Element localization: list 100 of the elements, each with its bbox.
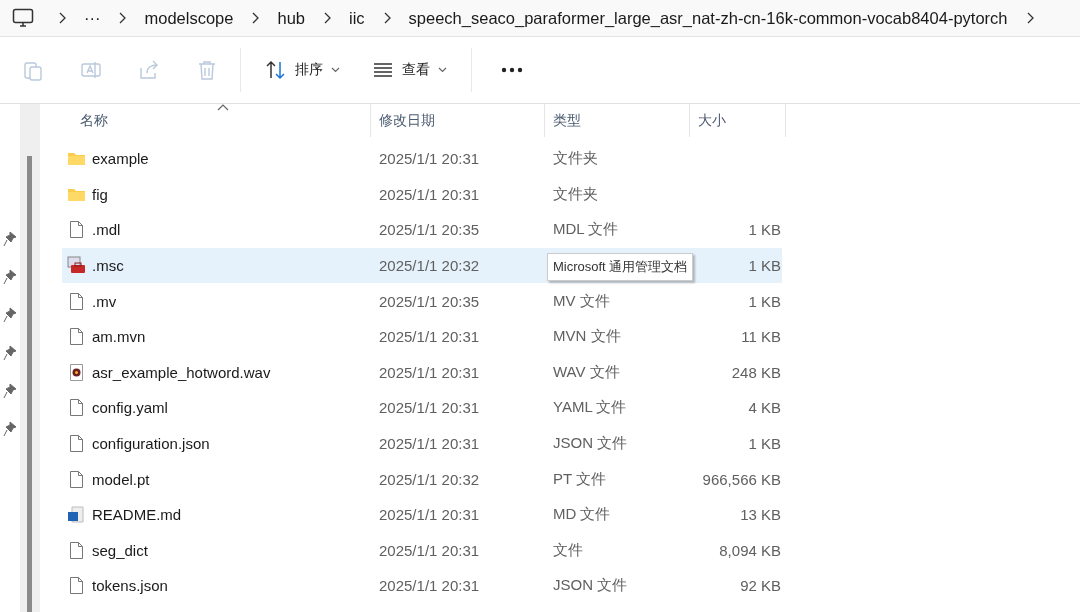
modified-date: 2025/1/1 20:32	[378, 470, 481, 488]
modified-date: 2025/1/1 20:31	[378, 541, 481, 559]
computer-icon[interactable]	[12, 8, 34, 28]
file-row[interactable]: tokens.json 2025/1/1 20:31 JSON 文件 92 KB	[62, 568, 782, 604]
file-size: 4 KB	[747, 399, 781, 417]
file-name: tokens.json	[92, 577, 168, 595]
file-icon	[67, 540, 86, 560]
pin-icon[interactable]	[3, 345, 17, 361]
file-size: 1 KB	[747, 221, 781, 239]
tooltip: Microsoft 通用管理文档	[547, 252, 694, 281]
file-size: 1 KB	[747, 435, 781, 453]
file-row[interactable]: .mdl 2025/1/1 20:35 MDL 文件 1 KB	[62, 212, 782, 248]
column-header[interactable]: 大小	[690, 104, 786, 137]
breadcrumb-overflow-button[interactable]: ···	[74, 8, 111, 28]
view-button[interactable]: 查看	[360, 50, 459, 90]
file-size: 966,566 KB	[701, 470, 781, 488]
file-name: configuration.json	[92, 435, 210, 453]
modified-date: 2025/1/1 20:35	[378, 292, 481, 310]
file-name: .mdl	[92, 221, 121, 239]
file-size: 248 KB	[730, 363, 781, 381]
breadcrumb-item[interactable]: modelscope	[134, 8, 244, 28]
pin-icon[interactable]	[3, 383, 17, 399]
more-icon	[501, 67, 523, 73]
file-size: 13 KB	[739, 506, 781, 524]
breadcrumb-item[interactable]: hub	[267, 8, 315, 28]
modified-date: 2025/1/1 20:35	[378, 221, 481, 239]
column-header[interactable]: 修改日期	[371, 104, 545, 137]
file-type: 文件	[552, 540, 584, 560]
file-row[interactable]: configuration.json 2025/1/1 20:31 JSON 文件 1 KB	[62, 425, 782, 462]
file-size: 1 KB	[747, 292, 781, 310]
column-header[interactable]: 类型	[545, 104, 690, 137]
file-row[interactable]: config.yaml 2025/1/1 20:31 YAML 文件 4 KB	[62, 390, 782, 426]
pin-icon[interactable]	[3, 231, 17, 247]
sort-icon	[265, 60, 287, 80]
file-name: README.md	[92, 506, 182, 524]
pin-icon[interactable]	[3, 307, 17, 323]
file-size: 11 KB	[740, 328, 781, 346]
file-type: MVN 文件	[552, 327, 622, 347]
file-type: MDL 文件	[552, 220, 620, 240]
modified-date: 2025/1/1 20:31	[378, 328, 481, 346]
file-type: 文件夹	[552, 149, 599, 169]
file-type: YAML 文件	[552, 398, 628, 418]
share-icon	[138, 59, 160, 81]
file-row[interactable]: fig 2025/1/1 20:31 文件夹	[62, 176, 782, 213]
file-name: seg_dict	[92, 541, 148, 559]
file-size: 8,094 KB	[718, 541, 781, 559]
file-name: am.mvn	[92, 328, 146, 346]
file-icon	[67, 327, 86, 347]
rename-icon	[80, 59, 102, 81]
file-name: .msc	[92, 257, 124, 275]
audio-file-icon	[67, 362, 86, 382]
sort-button[interactable]: 排序	[253, 50, 352, 90]
caret-icon	[438, 67, 447, 73]
file-icon	[67, 434, 86, 454]
document-icon	[67, 505, 86, 525]
file-size: 92 KB	[739, 577, 781, 595]
file-row[interactable]: example 2025/1/1 20:31 文件夹	[62, 141, 782, 177]
file-name: model.pt	[92, 470, 150, 488]
modified-date: 2025/1/1 20:31	[378, 185, 481, 203]
scrollbar-thumb[interactable]	[27, 156, 32, 612]
file-type: 文件夹	[552, 184, 599, 204]
toolbox-icon	[67, 256, 86, 276]
sort-ascending-icon	[217, 104, 229, 111]
breadcrumb-item[interactable]: iic	[339, 8, 375, 28]
modified-date: 2025/1/1 20:31	[378, 506, 481, 524]
file-type: JSON 文件	[552, 434, 629, 454]
pin-icon[interactable]	[3, 269, 17, 285]
modified-date: 2025/1/1 20:31	[378, 399, 481, 417]
file-icon	[67, 576, 86, 596]
file-name: fig	[92, 185, 108, 203]
modified-date: 2025/1/1 20:31	[378, 435, 481, 453]
file-row[interactable]: am.mvn 2025/1/1 20:31 MVN 文件 11 KB	[62, 318, 782, 355]
file-row[interactable]: .msc 2025/1/1 20:32 Microsoft 通用管理文档 1 KB	[62, 247, 782, 284]
copy-icon	[22, 59, 44, 81]
file-name: config.yaml	[92, 399, 168, 417]
modified-date: 2025/1/1 20:31	[378, 363, 481, 381]
delete-icon	[196, 59, 218, 81]
file-type: WAV 文件	[552, 362, 621, 382]
file-type: JSON 文件	[552, 576, 629, 596]
file-name: example	[92, 150, 149, 168]
modified-date: 2025/1/1 20:31	[378, 577, 481, 595]
file-row[interactable]: README.md 2025/1/1 20:31 MD 文件 13 KB	[62, 496, 782, 533]
modified-date: 2025/1/1 20:32	[378, 257, 481, 275]
file-icon	[67, 469, 86, 489]
modified-date: 2025/1/1 20:31	[378, 150, 481, 168]
file-type: MD 文件	[552, 505, 612, 525]
file-type: PT 文件	[552, 469, 608, 489]
file-icon	[67, 220, 86, 240]
file-icon	[67, 398, 86, 418]
file-name: .mv	[92, 292, 117, 310]
caret-icon	[331, 67, 340, 73]
list-icon	[372, 60, 394, 80]
file-name: asr_example_hotword.wav	[92, 363, 271, 381]
column-header[interactable]: 名称	[62, 104, 371, 137]
file-row[interactable]: .mv 2025/1/1 20:35 MV 文件 1 KB	[62, 283, 782, 319]
pin-icon[interactable]	[3, 421, 17, 437]
file-row[interactable]: seg_dict 2025/1/1 20:31 文件 8,094 KB	[62, 532, 782, 569]
file-row[interactable]: model.pt 2025/1/1 20:32 PT 文件 966,566 KB	[62, 461, 782, 497]
breadcrumb-item[interactable]: speech_seaco_paraformer_large_asr_nat-zh-cn-16k-common-vocab8404-pytorch	[398, 8, 1018, 28]
file-row[interactable]: asr_example_hotword.wav 2025/1/1 20:31 WAV 文件 248 KB	[62, 354, 782, 391]
